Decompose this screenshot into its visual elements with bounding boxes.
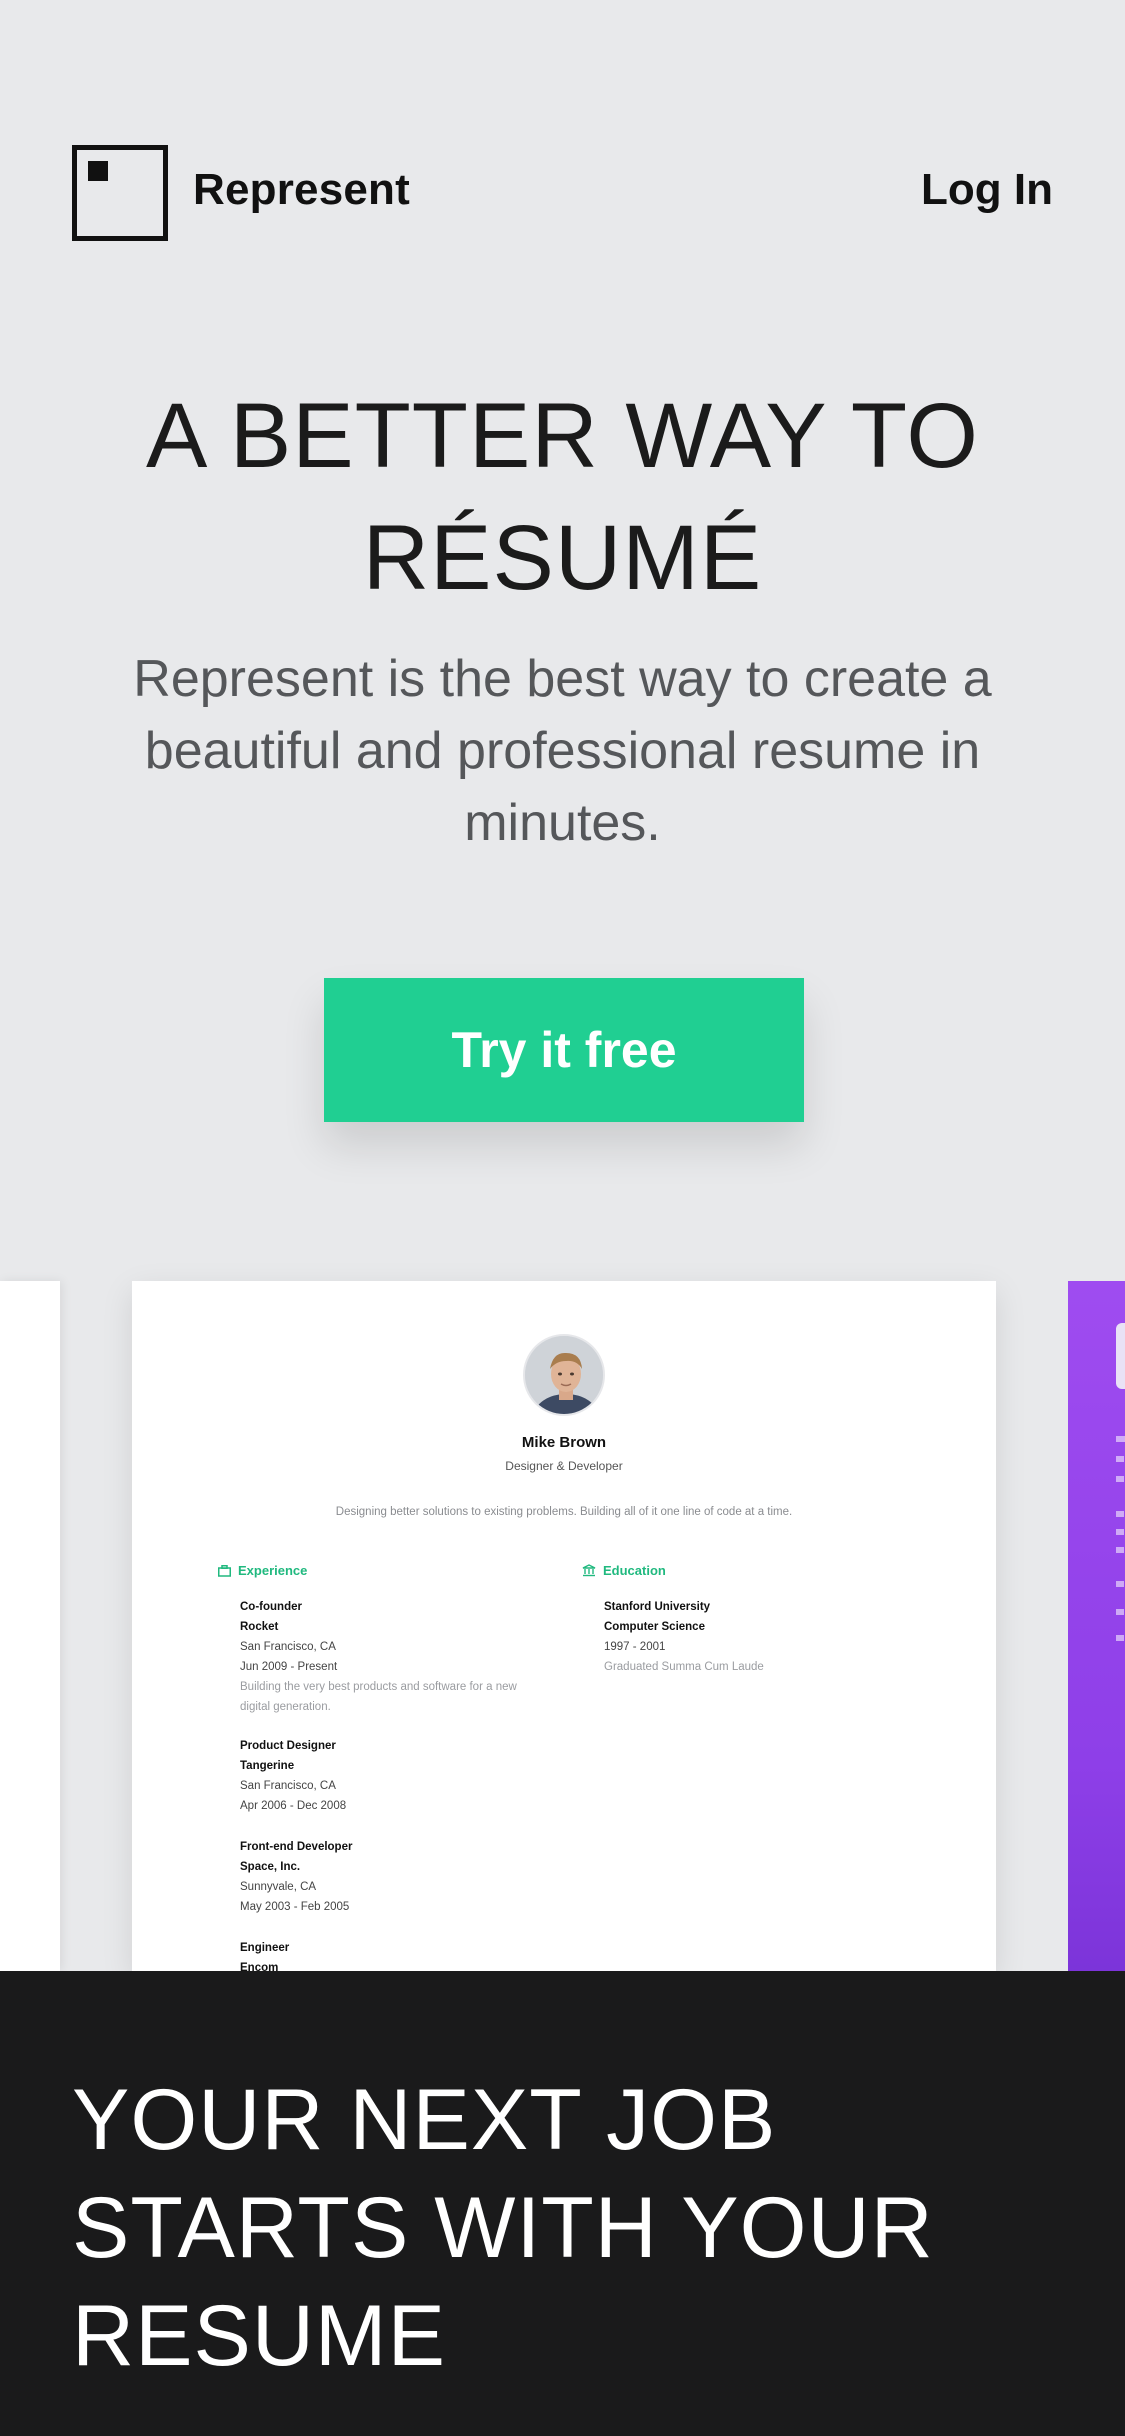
education-item: Stanford University Computer Science 199…	[604, 1597, 764, 1677]
card-text-line	[1116, 1511, 1124, 1517]
tagline-line-2: STARTS WITH YOUR	[72, 2180, 934, 2276]
tagline-line-3: RESUME	[72, 2288, 446, 2384]
card-text-line	[1116, 1609, 1124, 1615]
logo-square	[88, 161, 108, 181]
experience-item: Co-founder Rocket San Francisco, CA Jun …	[240, 1597, 517, 1717]
experience-item: Product Designer Tangerine San Francisco…	[240, 1736, 346, 1816]
card-photo	[1116, 1323, 1125, 1389]
resume-card-next[interactable]	[1068, 1281, 1125, 1971]
job-dates: Jun 2009 - Present	[240, 1661, 338, 1673]
avatar	[523, 1334, 605, 1416]
hero-title-line-2: RÉSUMÉ	[362, 507, 763, 609]
resume-name: Mike Brown	[521, 1434, 607, 1451]
experience-heading-label: Experience	[238, 1563, 308, 1578]
experience-item: Front-end Developer Space, Inc. Sunnyval…	[240, 1837, 352, 1917]
edu-field: Computer Science	[604, 1621, 705, 1633]
resume-card-preview[interactable]: Mike Brown Designer & Developer Designin…	[132, 1281, 996, 1971]
hero-subtitle: Represent is the best way to create a be…	[133, 650, 992, 852]
card-text-line	[1116, 1581, 1124, 1587]
job-title: Product Designer	[240, 1740, 336, 1752]
edu-dates: 1997 - 2001	[604, 1641, 666, 1653]
education-heading-label: Education	[603, 1563, 666, 1578]
tagline-line-1: YOUR NEXT JOB	[72, 2072, 777, 2168]
card-text-line	[1116, 1635, 1124, 1641]
job-location: San Francisco, CA	[240, 1780, 336, 1792]
job-description: digital generation.	[240, 1701, 331, 1713]
job-title: Co-founder	[240, 1601, 302, 1613]
resume-role: Designer & Developer	[505, 1459, 623, 1473]
job-location: San Francisco, CA	[240, 1641, 336, 1653]
education-heading: Education	[582, 1563, 666, 1578]
job-title: Engineer	[240, 1942, 290, 1954]
logo-icon[interactable]	[72, 145, 168, 241]
briefcase-icon	[218, 1564, 231, 1577]
job-company: Tangerine	[240, 1760, 295, 1772]
university-icon	[582, 1564, 596, 1577]
job-location: Sunnyvale, CA	[240, 1881, 317, 1893]
brand-name[interactable]: Represent	[193, 165, 410, 215]
card-text-line	[1116, 1529, 1124, 1535]
job-company: Space, Inc.	[240, 1861, 301, 1873]
card-text-line	[1116, 1547, 1124, 1553]
job-dates: May 2003 - Feb 2005	[240, 1901, 350, 1913]
job-dates: Apr 2006 - Dec 2008	[240, 1800, 347, 1812]
login-link[interactable]: Log In	[921, 165, 1053, 215]
experience-heading: Experience	[218, 1563, 307, 1578]
tagline-title: YOUR NEXT JOB STARTS WITH YOUR RESUME	[72, 2066, 1072, 2390]
edu-school: Stanford University	[604, 1601, 711, 1613]
edu-note: Graduated Summa Cum Laude	[604, 1661, 764, 1673]
job-title: Front-end Developer	[240, 1841, 353, 1853]
resume-card-previous[interactable]	[0, 1281, 60, 1971]
try-it-free-button[interactable]: Try it free	[324, 978, 804, 1122]
job-description: Building the very best products and soft…	[240, 1681, 517, 1693]
experience-item: Engineer Encom	[240, 1938, 289, 1971]
job-company: Rocket	[240, 1621, 279, 1633]
card-text-line	[1116, 1436, 1125, 1442]
landing-page: { "header": { "brand": "Represent", "log…	[0, 0, 1125, 2436]
resume-bio: Designing better solutions to existing p…	[335, 1506, 793, 1518]
hero-title-line-1: A BETTER WAY TO	[146, 385, 979, 487]
hero-title: A BETTER WAY TO RÉSUMÉ	[0, 375, 1125, 619]
card-text-line	[1116, 1476, 1124, 1482]
tagline-section: YOUR NEXT JOB STARTS WITH YOUR RESUME	[0, 1971, 1125, 2436]
job-company: Encom	[240, 1962, 279, 1971]
card-text-line	[1116, 1456, 1124, 1462]
